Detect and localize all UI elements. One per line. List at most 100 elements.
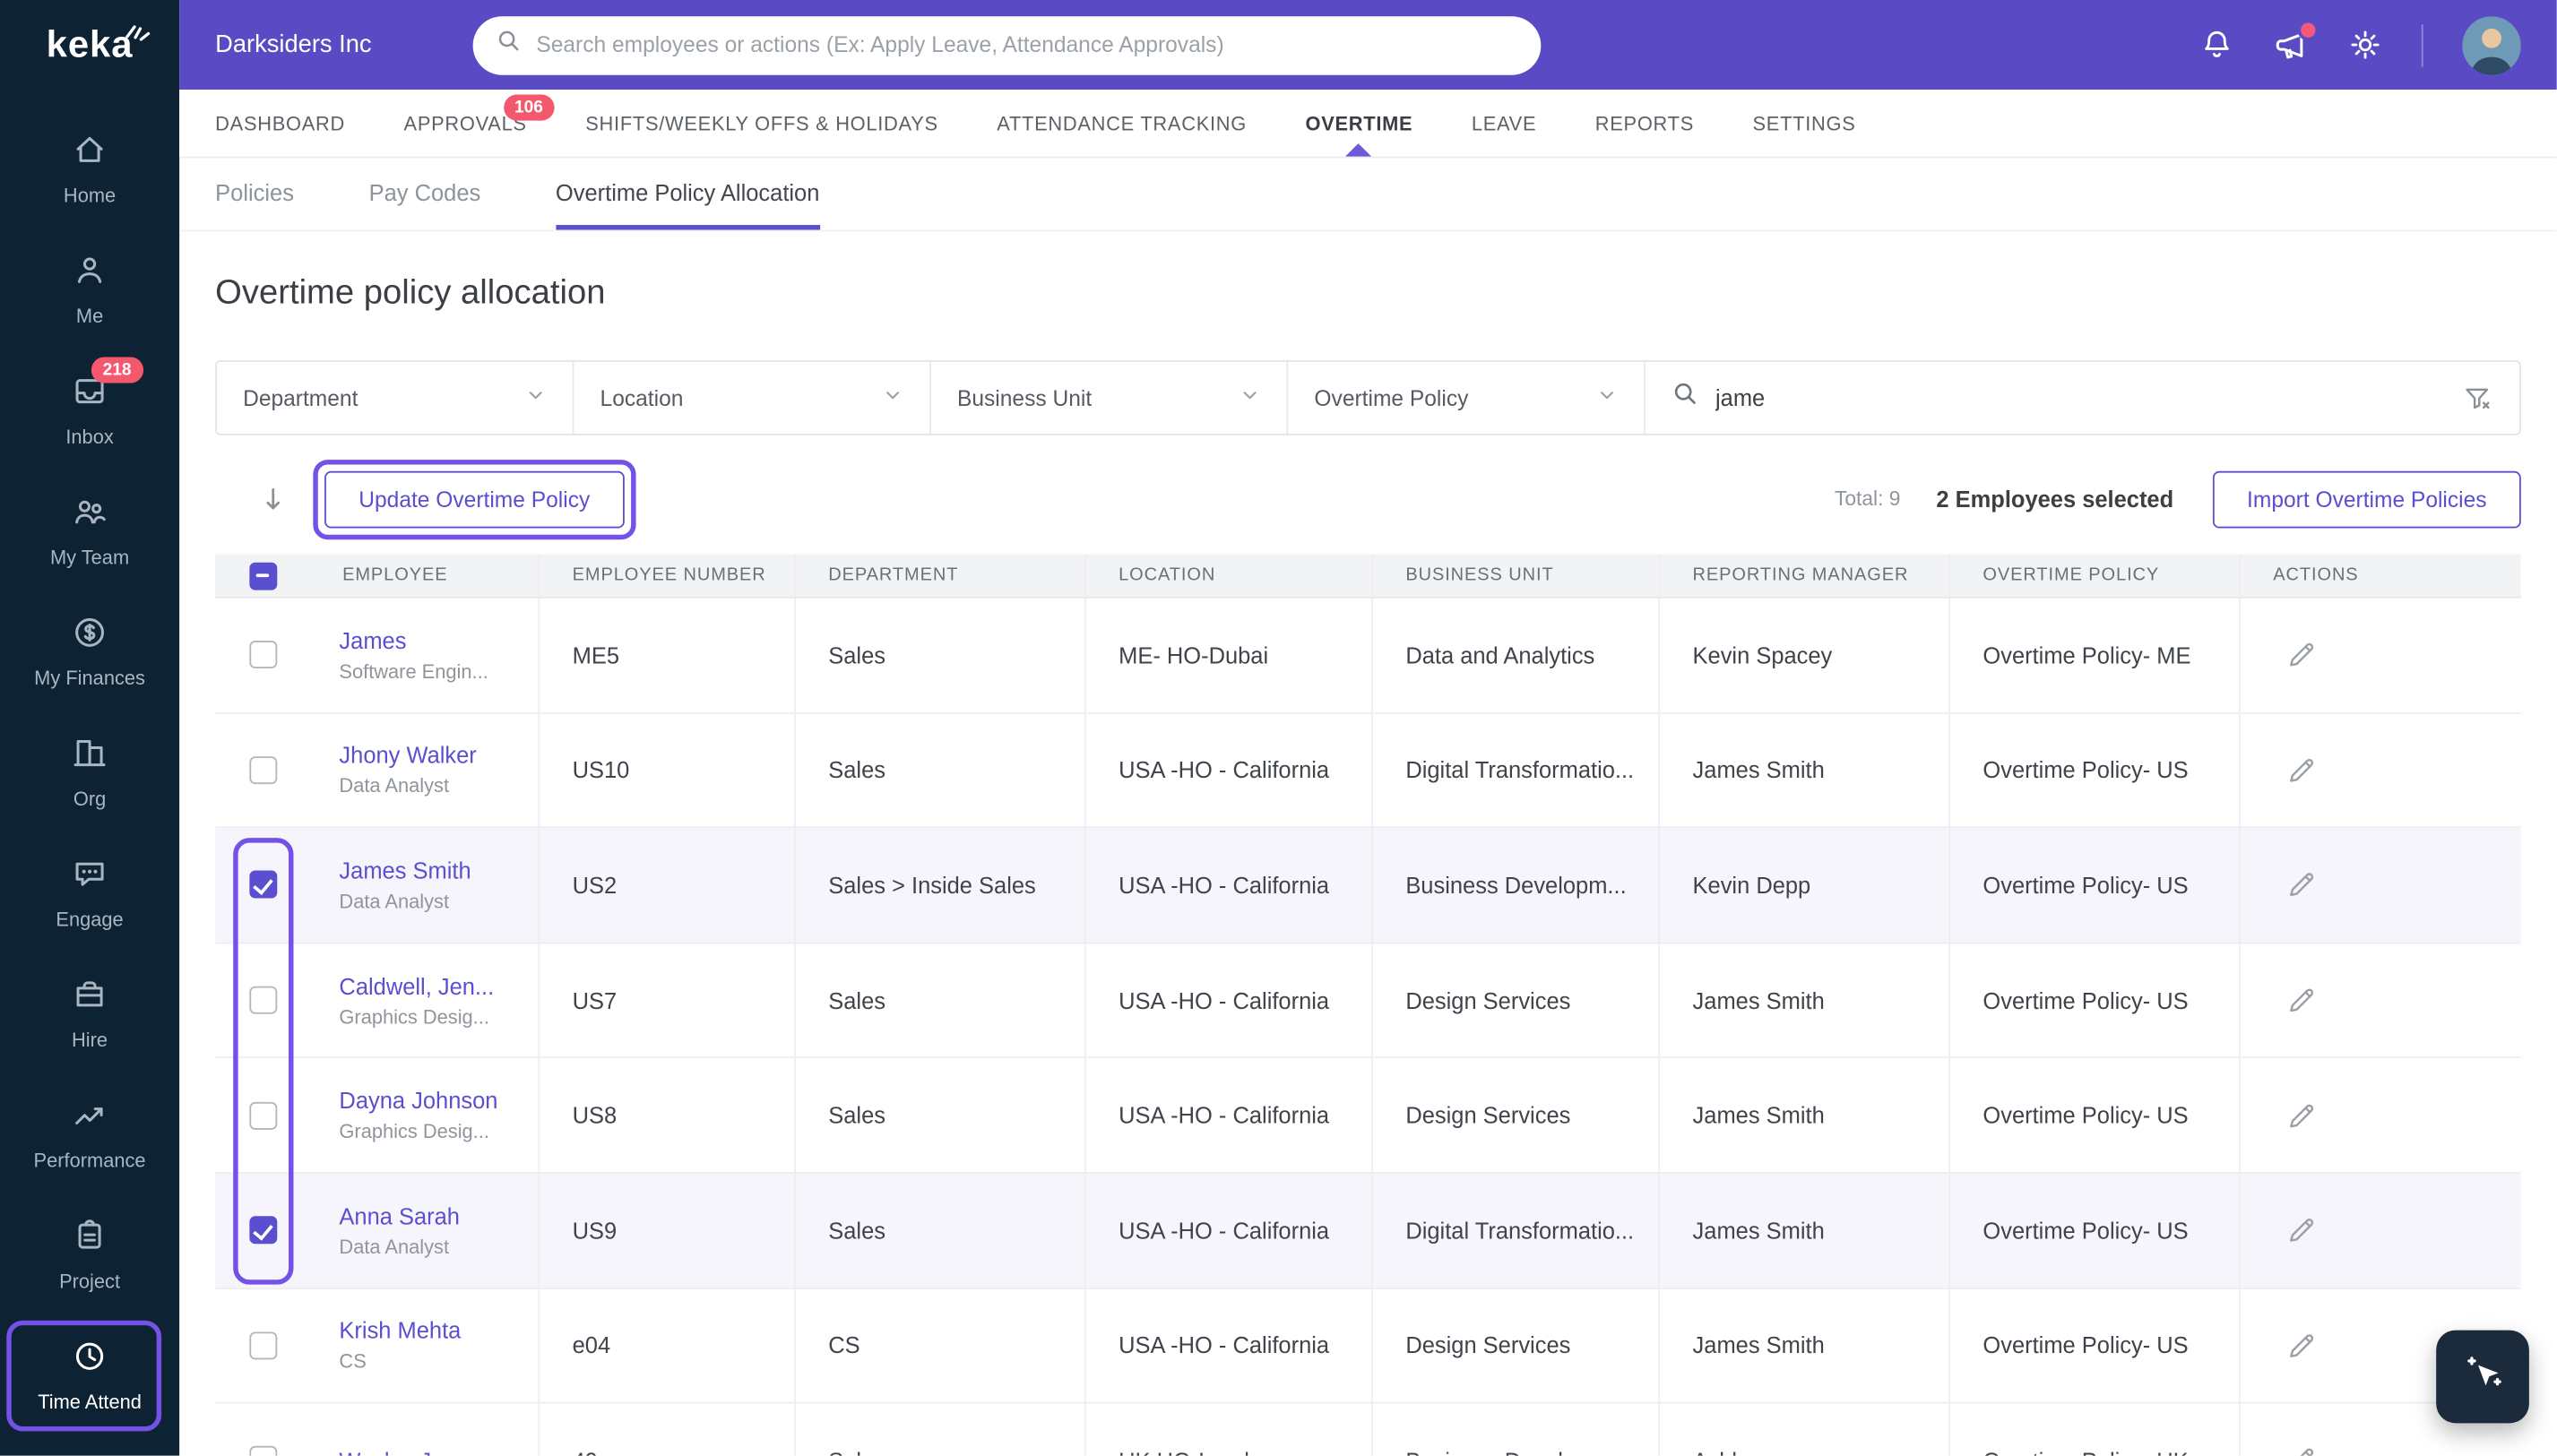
project-icon — [72, 1218, 108, 1258]
search-icon — [1672, 380, 1699, 416]
sidebar-item[interactable]: Performance — [0, 1074, 179, 1195]
employee-link[interactable]: Anna Sarah — [339, 1202, 460, 1228]
edit-pencil-icon[interactable] — [2286, 640, 2318, 671]
employee-link[interactable]: Wesley James... — [339, 1448, 505, 1456]
user-icon — [72, 253, 108, 293]
cell-overtime-policy: Overtime Policy- US — [1948, 1173, 2239, 1288]
employee-link[interactable]: Caldwell, Jen... — [339, 972, 494, 998]
edit-pencil-icon[interactable] — [2286, 1445, 2318, 1456]
edit-pencil-icon[interactable] — [2286, 1330, 2318, 1361]
column-header[interactable]: BUSINESS UNIT — [1371, 554, 1658, 597]
sidebar-item[interactable]: Project — [0, 1195, 179, 1316]
employee-link[interactable]: James Smith — [339, 857, 471, 883]
edit-pencil-icon[interactable] — [2286, 1099, 2318, 1131]
sidebar-item[interactable]: Org — [0, 712, 179, 833]
nav-tab[interactable]: LEAVE — [1472, 90, 1536, 157]
sidebar-item[interactable]: Home — [0, 109, 179, 230]
employee-search-input[interactable] — [1715, 384, 2447, 411]
nav-tab[interactable]: SHIFTS/WEEKLY OFFS & HOLIDAYS — [585, 90, 938, 157]
select-all-checkbox[interactable] — [248, 561, 277, 590]
filter-dropdown[interactable]: Location — [574, 361, 931, 434]
import-overtime-policies-button[interactable]: Import Overtime Policies — [2212, 470, 2521, 528]
global-search[interactable] — [472, 15, 1542, 74]
edit-pencil-icon[interactable] — [2286, 870, 2318, 901]
sidebar-item[interactable]: Me — [0, 230, 179, 351]
column-header[interactable]: EMPLOYEE — [310, 555, 539, 597]
nav-tab[interactable]: OVERTIME — [1305, 90, 1412, 157]
sidebar-item-label: Home — [63, 184, 117, 208]
employee-link[interactable]: Jhony Walker — [339, 743, 476, 769]
search-icon — [496, 28, 522, 62]
cell-overtime-policy: Overtime Policy- US — [1948, 1058, 2239, 1173]
filter-dropdown[interactable]: Overtime Policy — [1288, 361, 1646, 434]
nav-tab[interactable]: DASHBOARD — [215, 90, 345, 157]
cell-employee-number: US10 — [538, 713, 794, 827]
sidebar-item[interactable]: My Team — [0, 471, 179, 592]
cell-employee-number: e04 — [538, 1288, 794, 1402]
row-checkbox[interactable] — [248, 641, 277, 669]
sub-nav-tab[interactable]: Overtime Policy Allocation — [555, 158, 820, 230]
sidebar-item[interactable]: My Finances — [0, 591, 179, 712]
sidebar-item[interactable]: Engage — [0, 833, 179, 954]
keka-logo[interactable]: keka — [0, 0, 179, 90]
sidebar-item[interactable]: Hire — [0, 953, 179, 1074]
total-count: Total: 9 — [1835, 487, 1901, 511]
cell-reporting-manager: Kevin Spacey — [1658, 598, 1948, 712]
nav-tab[interactable]: SETTINGS — [1753, 90, 1856, 157]
page-content: Overtime policy allocation Department Lo… — [179, 231, 2557, 1456]
table-toolbar: Update Overtime Policy Total: 9 2 Employ… — [215, 459, 2521, 539]
employee-link[interactable]: Dayna Johnson — [339, 1088, 497, 1114]
edit-pencil-icon[interactable] — [2286, 754, 2318, 786]
column-header[interactable]: REPORTING MANAGER — [1658, 554, 1948, 597]
megaphone-icon[interactable] — [2273, 18, 2319, 63]
employee-link[interactable]: James — [339, 627, 406, 653]
filter-dropdown[interactable]: Business Unit — [931, 361, 1289, 434]
nav-tab[interactable]: REPORTS — [1595, 90, 1694, 157]
topbar: Darksiders Inc — [179, 0, 2557, 90]
logo-confetti-icon — [124, 10, 156, 54]
filter-dropdown[interactable]: Department — [217, 361, 574, 434]
row-checkbox[interactable] — [248, 756, 277, 784]
sidebar-item[interactable]: Inbox 218 — [0, 350, 179, 471]
sidebar-item-label: Hire — [72, 1029, 108, 1052]
edit-pencil-icon[interactable] — [2286, 1215, 2318, 1246]
row-checkbox[interactable] — [248, 1101, 277, 1130]
update-overtime-policy-button[interactable]: Update Overtime Policy — [324, 470, 625, 528]
sidebar-item[interactable]: Time Attend — [0, 1315, 179, 1436]
cell-overtime-policy: Overtime Policy- UK... — [1948, 1403, 2239, 1456]
assistant-button[interactable] — [2436, 1330, 2529, 1424]
cell-department: Sales — [794, 598, 1084, 712]
cell-business-unit: Design Services — [1371, 1058, 1658, 1173]
row-checkbox[interactable] — [248, 1216, 277, 1245]
edit-pencil-icon[interactable] — [2286, 985, 2318, 1016]
row-checkbox[interactable] — [248, 871, 277, 900]
nav-tab[interactable]: APPROVALS 106 — [404, 90, 555, 157]
column-header[interactable]: LOCATION — [1084, 554, 1371, 597]
sub-nav-tab[interactable]: Pay Codes — [369, 158, 481, 229]
column-header[interactable]: OVERTIME POLICY — [1948, 554, 2239, 597]
bell-icon[interactable] — [2199, 28, 2233, 62]
global-search-input[interactable] — [536, 32, 1518, 57]
sidebar-item-label: Org — [73, 787, 107, 811]
table-row: James Software Engin... ME5 Sales ME- HO… — [215, 598, 2521, 714]
row-checkbox[interactable] — [248, 1331, 277, 1360]
row-checkbox[interactable] — [248, 986, 277, 1014]
employee-link[interactable]: Krish Mehta — [339, 1318, 461, 1344]
chevron-down-icon — [882, 384, 903, 410]
funnel-clear-icon[interactable] — [2462, 383, 2493, 414]
cell-department: CS — [794, 1288, 1084, 1402]
cell-business-unit: Digital Transformatio... — [1371, 713, 1658, 827]
column-header[interactable]: ACTIONS — [2239, 554, 2521, 597]
nav-tab[interactable]: ATTENDANCE TRACKING — [997, 90, 1247, 157]
column-header[interactable]: DEPARTMENT — [794, 554, 1084, 597]
cell-department: Sales — [794, 1173, 1084, 1288]
cell-business-unit: Business Developm... — [1371, 1403, 1658, 1456]
sort-down-icon[interactable] — [257, 483, 289, 514]
sub-nav-tab[interactable]: Policies — [215, 158, 294, 229]
avatar[interactable] — [2462, 15, 2521, 74]
gear-icon[interactable] — [2348, 28, 2382, 62]
row-checkbox[interactable] — [248, 1446, 277, 1456]
cell-reporting-manager: James Smith — [1658, 1173, 1948, 1288]
column-header[interactable]: EMPLOYEE NUMBER — [538, 554, 794, 597]
org-icon — [72, 736, 108, 776]
